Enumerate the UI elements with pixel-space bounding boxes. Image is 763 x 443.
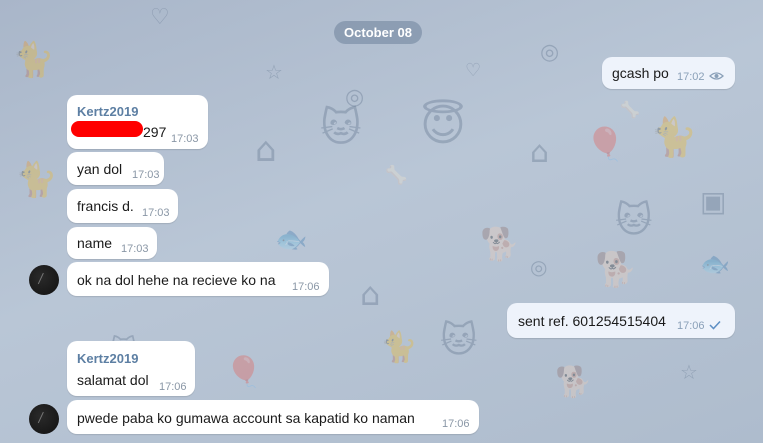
cat-doodle-icon: 🐈 [380,330,418,365]
message-text: francis d. [77,198,134,214]
message-time: 17:03 [142,207,170,219]
fish-doodle-icon: 🐟 [700,250,730,278]
house-doodle-icon: ⌂ [530,135,550,170]
incoming-message[interactable]: pwede paba ko gumawa account sa kapatid … [67,400,479,434]
message-time: 17:03 [132,169,160,181]
sender-name[interactable]: Kertz2019 [77,351,138,366]
fish-doodle-icon: 🐟 [275,225,308,255]
incoming-message[interactable]: Kertz2019 salamat dol 17:06 [67,341,195,396]
bone-doodle-icon: 🦴 [620,100,640,119]
outgoing-message[interactable]: gcash po 17:02 [602,57,735,89]
message-time: 17:03 [121,243,149,255]
cat-doodle-icon: 🐱 [440,320,478,361]
box-doodle-icon: ▣ [700,185,727,218]
cat-doodle-icon: 🐱 [320,105,362,151]
balloon-doodle-icon: 🎈 [225,355,263,390]
message-time: 17:03 [171,133,199,145]
avatar[interactable] [29,265,59,295]
message-time: 17:06 [677,320,705,332]
incoming-message[interactable]: Kertz2019 297 17:03 [67,95,208,149]
message-text: ok na dol hehe na recieve ko na [77,272,276,288]
message-text: pwede paba ko gumawa account sa kapatid … [77,410,415,426]
avatar-mark [37,411,51,427]
message-time: 17:06 [292,281,320,293]
incoming-message[interactable]: name 17:03 [67,227,157,259]
incoming-message[interactable]: yan dol 17:03 [67,152,164,185]
date-divider: October 08 [334,21,422,44]
message-text: sent ref. 601254515404 [518,313,666,329]
cat-doodle-icon: 🐈 [12,40,55,80]
house-doodle-icon: ⌂ [255,130,277,170]
star-doodle-icon: ☆ [265,60,283,84]
ball-doodle-icon: ◎ [345,85,365,110]
dog-doodle-icon: 🐕 [595,250,638,290]
avatar-mark [37,272,51,288]
outgoing-message[interactable]: sent ref. 601254515404 17:06 [507,303,735,338]
ball-doodle-icon: ◎ [530,255,548,279]
cat-doodle-icon: 🐈 [650,115,698,159]
house-doodle-icon: ⌂ [360,275,381,313]
bone-doodle-icon: 🦴 [385,165,408,186]
dog-doodle-icon: 🐕 [480,225,520,263]
message-time: 17:06 [442,418,470,430]
message-time: 17:02 [677,71,705,83]
sender-name[interactable]: Kertz2019 [77,104,138,119]
message-text: 297 [143,124,167,140]
incoming-message[interactable]: ok na dol hehe na recieve ko na 17:06 [67,262,329,296]
incoming-message[interactable]: francis d. 17:03 [67,189,178,223]
avatar[interactable] [29,404,59,434]
heart-doodle-icon: ♡ [150,5,170,30]
cat-doodle-icon: 🐈 [15,160,58,200]
cat-doodle-icon: 🐱 [615,200,653,241]
balloon-doodle-icon: 🎈 [585,125,625,163]
heart-doodle-icon: ♡ [465,60,482,81]
message-time: 17:06 [159,381,187,393]
ball-doodle-icon: ◎ [540,40,560,65]
message-text: gcash po [612,65,669,81]
angel-cat-doodle-icon: 😇 [420,100,466,151]
message-text: name [77,235,113,251]
message-text: yan dol [77,161,123,177]
redaction-mark [71,121,143,137]
message-text: salamat dol [77,372,149,388]
eye-icon [709,72,724,80]
check-icon [709,320,721,330]
star-doodle-icon: ☆ [680,360,698,384]
dog-doodle-icon: 🐕 [555,365,593,400]
